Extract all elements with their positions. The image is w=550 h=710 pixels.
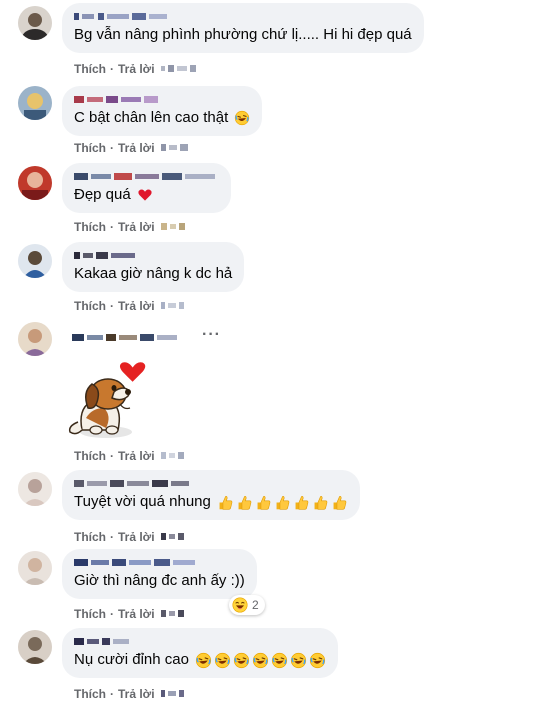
blurred-name[interactable] bbox=[74, 249, 232, 261]
rofl-emoji bbox=[233, 652, 250, 669]
avatar[interactable] bbox=[18, 86, 52, 120]
comment-bubble: Giờ thì nâng đc anh ấy :)) bbox=[62, 549, 257, 599]
comment-text: Giờ thì nâng đc anh ấy :)) bbox=[74, 572, 245, 589]
avatar[interactable] bbox=[18, 322, 52, 356]
separator: · bbox=[110, 220, 114, 234]
comment-text: Bg vẫn nâng phình phường chứ lị..... Hi … bbox=[74, 26, 412, 43]
blurred-timestamp[interactable] bbox=[160, 449, 187, 463]
rofl-emoji bbox=[252, 652, 269, 669]
thumbs-up-emoji bbox=[331, 494, 348, 511]
reply-link[interactable]: Trả lời bbox=[118, 220, 155, 234]
comment-bubble: Bg vẫn nâng phình phường chứ lị..... Hi … bbox=[62, 3, 424, 53]
comment-bubble: Kakaa giờ nâng k dc hả bbox=[62, 242, 245, 292]
thumbs-up-emoji bbox=[312, 494, 329, 511]
reply-link[interactable]: Trả lời bbox=[118, 449, 155, 463]
avatar[interactable] bbox=[18, 166, 52, 200]
rofl-emoji bbox=[214, 652, 231, 669]
separator: · bbox=[110, 141, 114, 155]
thumbs-up-emoji bbox=[293, 494, 310, 511]
separator: · bbox=[110, 449, 114, 463]
blurred-name[interactable] bbox=[74, 556, 245, 568]
separator: · bbox=[110, 687, 114, 701]
like-link[interactable]: Thích bbox=[74, 220, 106, 234]
rofl-emoji bbox=[290, 652, 307, 669]
comment-actions: Thích · Trả lời bbox=[74, 141, 191, 155]
like-link[interactable]: Thích bbox=[74, 687, 106, 701]
like-link[interactable]: Thích bbox=[74, 299, 106, 313]
reaction-count-chip[interactable]: 2 bbox=[229, 595, 265, 615]
thumbs-up-emoji-row bbox=[215, 493, 348, 510]
thumbs-up-emoji bbox=[255, 494, 272, 511]
comment-text: Kakaa giờ nâng k dc hả bbox=[74, 265, 233, 282]
more-options-button[interactable]: ··· bbox=[202, 326, 221, 344]
comment-actions: Thích · Trả lời bbox=[74, 220, 187, 234]
blurred-name[interactable] bbox=[74, 477, 348, 489]
like-link[interactable]: Thích bbox=[74, 141, 106, 155]
blurred-timestamp[interactable] bbox=[160, 62, 199, 76]
thumbs-up-emoji bbox=[217, 494, 234, 511]
comment-actions: Thích · Trả lời bbox=[74, 687, 187, 701]
separator: · bbox=[110, 299, 114, 313]
rofl-emoji bbox=[234, 110, 250, 126]
reply-link[interactable]: Trả lời bbox=[118, 299, 155, 313]
like-link[interactable]: Thích bbox=[74, 607, 106, 621]
rofl-emoji bbox=[271, 652, 288, 669]
blurred-name[interactable] bbox=[74, 635, 326, 647]
blurred-name[interactable] bbox=[74, 93, 250, 105]
avatar[interactable] bbox=[18, 472, 52, 506]
comment-actions: Thích · Trả lời bbox=[74, 530, 187, 544]
comment-bubble: Đẹp quá bbox=[62, 163, 231, 213]
avatar[interactable] bbox=[18, 6, 52, 40]
separator: · bbox=[110, 530, 114, 544]
comment-text: Nụ cười đỉnh cao bbox=[74, 650, 326, 670]
reply-link[interactable]: Trả lời bbox=[118, 607, 155, 621]
comment-text: Đẹp quá bbox=[74, 185, 219, 205]
thumbs-up-emoji bbox=[274, 494, 291, 511]
blurred-timestamp[interactable] bbox=[160, 141, 191, 155]
comment-actions: Thích · Trả lời bbox=[74, 299, 187, 313]
comment-bubble: C bật chân lên cao thật bbox=[62, 86, 263, 136]
separator: · bbox=[110, 62, 114, 76]
reply-link[interactable]: Trả lời bbox=[118, 62, 155, 76]
comment-bubble: Nụ cười đỉnh cao bbox=[62, 628, 339, 678]
avatar[interactable] bbox=[18, 630, 52, 664]
blurred-name[interactable] bbox=[72, 331, 182, 343]
comment-actions: Thích · Trả lời bbox=[74, 62, 199, 76]
blurred-timestamp[interactable] bbox=[160, 530, 187, 544]
separator: · bbox=[110, 607, 114, 621]
blurred-timestamp[interactable] bbox=[160, 607, 187, 621]
thumbs-up-emoji bbox=[236, 494, 253, 511]
blurred-timestamp[interactable] bbox=[160, 220, 187, 234]
red-heart-emoji bbox=[137, 187, 153, 203]
like-link[interactable]: Thích bbox=[74, 530, 106, 544]
avatar[interactable] bbox=[18, 244, 52, 278]
blurred-timestamp[interactable] bbox=[160, 687, 187, 701]
puppy-heart-sticker bbox=[62, 358, 152, 444]
comment-text: C bật chân lên cao thật bbox=[74, 108, 250, 128]
rofl-emoji bbox=[195, 652, 212, 669]
avatar[interactable] bbox=[18, 551, 52, 585]
rofl-emoji-row bbox=[193, 651, 326, 668]
comment-text: Tuyệt vời quá nhung bbox=[74, 492, 348, 512]
comment-actions: Thích · Trả lời bbox=[74, 449, 187, 463]
reply-link[interactable]: Trả lời bbox=[118, 530, 155, 544]
reply-link[interactable]: Trả lời bbox=[118, 141, 155, 155]
like-link[interactable]: Thích bbox=[74, 62, 106, 76]
reply-link[interactable]: Trả lời bbox=[118, 687, 155, 701]
blurred-name[interactable] bbox=[74, 170, 219, 182]
blurred-name[interactable] bbox=[74, 10, 412, 22]
comment-bubble: Tuyệt vời quá nhung bbox=[62, 470, 361, 520]
laughing-emoji bbox=[232, 597, 248, 613]
like-link[interactable]: Thích bbox=[74, 449, 106, 463]
rofl-emoji bbox=[309, 652, 326, 669]
blurred-timestamp[interactable] bbox=[160, 299, 187, 313]
reaction-count: 2 bbox=[252, 598, 259, 612]
comment-actions: Thích · Trả lời bbox=[74, 607, 187, 621]
